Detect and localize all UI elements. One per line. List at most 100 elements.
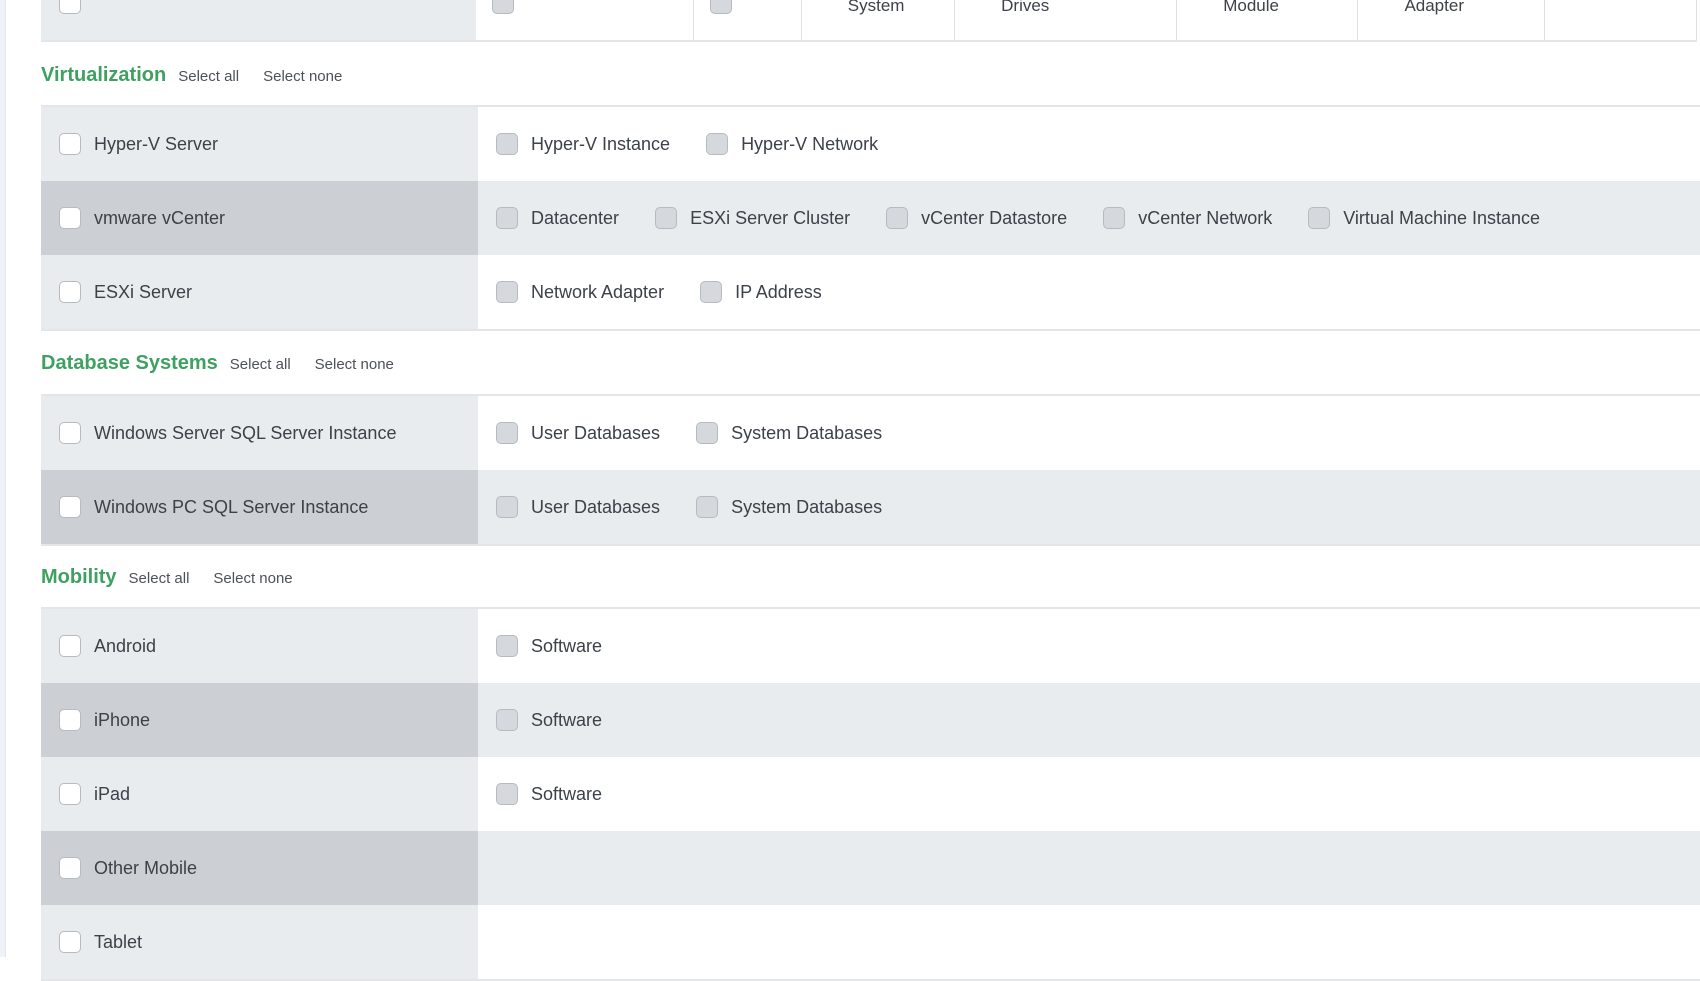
sub-checkbox[interactable] [496,635,518,657]
sub-item[interactable]: User Databases [496,422,660,444]
category-checkbox[interactable] [59,422,81,444]
category-label: Tablet [94,931,143,952]
sub-item[interactable]: Module [1177,0,1359,40]
sub-checkbox[interactable] [886,207,909,229]
sub-item[interactable]: User Databases [496,496,660,518]
category-label: Other Mobile [94,857,198,878]
category-checkbox[interactable] [59,281,81,303]
select-none-link[interactable]: Select none [213,570,292,587]
sub-items [478,905,1700,979]
sub-item[interactable]: System [801,0,956,40]
sub-checkbox[interactable] [496,422,518,444]
category-main[interactable]: iPad [41,757,478,831]
select-none-link[interactable]: Select none [263,68,342,85]
sub-item[interactable]: System Databases [696,496,882,518]
sub-label: Adapter [1404,0,1464,15]
category-row: Windows PC SQL Server Instance User Datab… [41,470,1700,544]
sub-item[interactable]: ESXi Server Cluster [655,207,850,229]
sub-checkbox[interactable] [700,281,723,303]
category-main[interactable]: ESXi Server [41,255,478,329]
sub-item[interactable]: Network Adapter [496,281,664,303]
sub-checkbox[interactable] [496,281,518,303]
sub-item[interactable]: Datacenter [496,207,619,229]
windows-pc-group: System Drives Module Adapter [41,0,1698,42]
sub-checkbox[interactable] [706,133,729,155]
category-main[interactable]: Tablet [41,905,478,979]
category-checkbox[interactable] [59,857,81,879]
select-all-link[interactable]: Select all [178,68,239,85]
mobility-group: Android Software iPhone Software iPad Softwar… [41,607,1700,981]
sub-item[interactable]: vCenter Datastore [886,207,1067,229]
category-main[interactable]: Hyper-V Server [41,107,478,181]
database-systems-group: Windows Server SQL Server Instance User D… [41,394,1700,546]
sub-label: IP Address [735,281,822,302]
category-checkbox[interactable] [59,709,81,731]
category-main[interactable]: Other Mobile [41,831,478,905]
sub-label: vCenter Network [1138,207,1273,228]
sub-item[interactable]: System Databases [696,422,882,444]
category-checkbox[interactable] [59,207,81,229]
sub-item[interactable]: Software [496,709,602,731]
sub-label: Drives [1001,0,1050,15]
sub-items: Network Adapter IP Address [478,255,1700,329]
category-checkbox[interactable] [59,496,81,518]
select-all-link[interactable]: Select all [129,570,190,587]
sub-checkbox[interactable] [496,207,518,229]
windows-pc-row [41,0,477,40]
category-main[interactable]: Windows PC SQL Server Instance [41,470,478,544]
category-main[interactable]: iPhone [41,683,478,757]
sub-item[interactable]: Hyper-V Network [706,133,878,155]
sub-item[interactable] [476,0,695,40]
category-label: Hyper-V Server [94,133,219,154]
sub-checkbox[interactable] [496,783,518,805]
sub-item[interactable]: Hyper-V Instance [496,133,670,155]
category-checkbox[interactable] [59,931,81,953]
page-left-edge [0,0,6,957]
mobility-header: Mobility Select all Select none [41,566,293,589]
select-none-link[interactable]: Select none [315,356,394,373]
windows-pc-checkbox[interactable] [59,0,81,14]
sub-item[interactable]: IP Address [700,281,822,303]
category-main[interactable]: Android [41,609,478,683]
category-checkbox[interactable] [59,635,81,657]
category-checkbox[interactable] [59,783,81,805]
sub-label: ESXi Server Cluster [690,207,851,228]
sub-checkbox[interactable] [496,133,518,155]
category-checkbox[interactable] [59,133,81,155]
sub-items: Hyper-V Instance Hyper-V Network [478,107,1700,181]
sub-item[interactable]: Virtual Machine Instance [1308,207,1540,229]
sub-items: User Databases System Databases [478,470,1700,544]
category-main[interactable]: Windows Server SQL Server Instance [41,396,478,470]
virtualization-group: Hyper-V Server Hyper-V Instance Hyper-V Ne… [41,105,1700,331]
sub-item[interactable]: vCenter Network [1103,207,1272,229]
category-row: Other Mobile [41,831,1700,905]
category-label: iPad [94,783,131,804]
sub-checkbox[interactable] [655,207,678,229]
sub-checkbox[interactable] [496,496,518,518]
category-main[interactable]: vmware vCenter [41,181,478,255]
sub-items: Datacenter ESXi Server Cluster vCenter Dat… [478,181,1700,255]
sub-items: Software [478,609,1700,683]
select-all-link[interactable]: Select all [230,356,291,373]
sub-label: Hyper-V Network [741,133,879,154]
category-label: Windows PC SQL Server Instance [94,496,369,517]
sub-checkbox[interactable] [1103,207,1126,229]
sub-checkbox[interactable] [1308,207,1331,229]
category-row: Hyper-V Server Hyper-V Instance Hyper-V Ne… [41,107,1700,181]
sub-checkbox[interactable] [496,709,518,731]
sub-item[interactable]: Adapter [1358,0,1545,40]
sub-label: Datacenter [531,207,620,228]
sub-checkbox[interactable] [696,496,719,518]
sub-checkbox[interactable] [696,422,719,444]
sub-items [478,831,1700,905]
section-title: Virtualization [41,64,167,86]
sub-label: System [847,0,905,15]
sub-checkbox[interactable] [710,0,733,14]
sub-label: Module [1223,0,1279,15]
category-row: iPad Software [41,757,1700,831]
sub-item[interactable]: Software [496,635,602,657]
sub-checkbox[interactable] [492,0,515,14]
sub-item[interactable] [694,0,802,40]
sub-item[interactable]: Software [496,783,602,805]
sub-item[interactable]: Drives [955,0,1178,40]
